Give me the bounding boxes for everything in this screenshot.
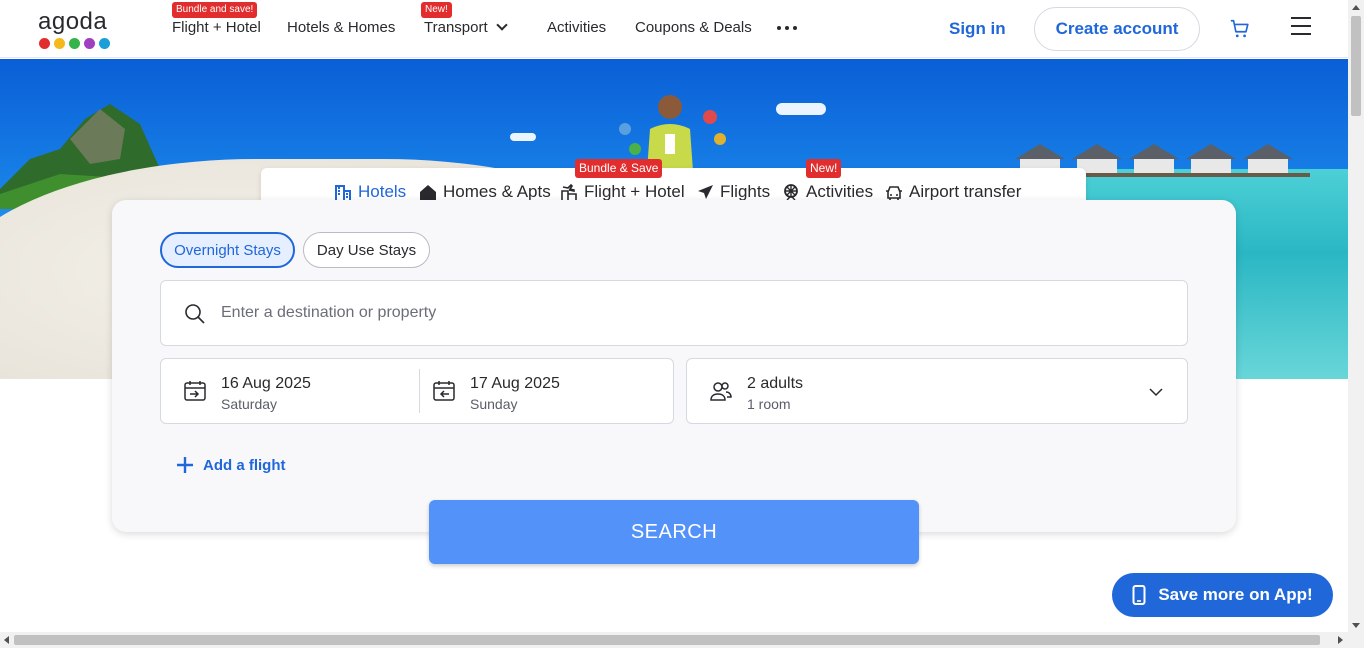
calendar-check-out-icon [433,381,455,401]
tab-activities-label: Activities [806,182,874,201]
tab-homes-label: Homes & Apts [443,182,551,201]
plus-icon [177,457,193,473]
nav-transport[interactable]: Transport [424,19,508,36]
check-in-day: Saturday [221,396,278,412]
vertical-scrollbar-thumb[interactable] [1351,16,1361,116]
day-use-stays-toggle[interactable]: Day Use Stays [303,232,430,268]
more-horizontal-icon[interactable] [777,26,797,30]
nav-hotels-homes[interactable]: Hotels & Homes [287,19,395,36]
destination-input[interactable] [221,281,1121,345]
ferris-wheel-icon [784,184,798,201]
chevron-down-icon [1149,388,1163,397]
house-icon [420,185,436,200]
tab-airport-label: Airport transfer [909,182,1022,201]
add-flight-label: Add a flight [203,456,286,474]
sign-in-link[interactable]: Sign in [949,19,1006,39]
check-in-date-value: 16 Aug 2025 [221,375,311,392]
scroll-left-arrow-icon[interactable] [4,636,9,644]
add-flight-button[interactable]: Add a flight [176,456,286,474]
scroll-down-arrow-icon[interactable] [1352,623,1360,628]
cloud-decoration [776,103,826,115]
scroll-up-arrow-icon[interactable] [1352,5,1360,10]
check-out-day: Sunday [470,396,518,412]
check-out-date-value: 17 Aug 2025 [470,375,560,392]
nav-coupons-deals[interactable]: Coupons & Deals [635,19,752,36]
people-icon [710,382,732,401]
tab-flights-label: Flights [720,182,771,201]
nav-transport-label: Transport [424,19,488,36]
check-out-date[interactable]: 17 Aug 2025 Sunday [420,359,674,423]
building-icon [335,185,351,200]
logo-text: agoda [38,8,108,35]
rooms-count: 1 room [747,396,791,412]
create-account-button[interactable]: Create account [1034,7,1200,51]
bundle-icon [561,183,577,200]
horizontal-scrollbar-thumb[interactable] [14,635,1320,645]
destination-field[interactable] [160,280,1188,346]
app-button-label: Save more on App! [1158,585,1313,604]
car-icon [886,186,902,200]
check-in-date[interactable]: 16 Aug 2025 Saturday [161,359,419,423]
nav-flight-hotel[interactable]: Flight + Hotel [172,19,261,36]
tab-flight-hotel-label: Flight + Hotel [584,182,685,201]
adults-count: 2 adults [747,375,804,392]
new-badge: New! [421,2,452,18]
search-button[interactable]: SEARCH [429,500,919,564]
tab-hotels-label: Hotels [358,182,407,201]
nav-activities[interactable]: Activities [547,19,606,36]
hamburger-icon[interactable] [1291,17,1311,37]
chevron-down-icon [495,19,508,31]
cloud-decoration [510,133,536,141]
search-icon [185,304,205,324]
save-more-app-button[interactable]: Save more on App! [1112,573,1333,617]
calendar-check-in-icon [184,381,206,401]
scroll-right-arrow-icon[interactable] [1338,636,1343,644]
agoda-logo[interactable]: agoda [38,10,118,50]
phone-icon [1132,585,1146,605]
occupancy-selector[interactable]: 2 adults 1 room [686,358,1188,424]
cart-icon[interactable] [1229,18,1251,40]
date-range-picker[interactable]: 16 Aug 2025 Saturday 17 Aug 2025 Sunday [160,358,674,424]
bundle-badge: Bundle and save! [172,2,258,18]
plane-icon [698,185,713,199]
logo-dots [39,38,118,49]
overnight-stays-toggle[interactable]: Overnight Stays [160,232,295,268]
top-navigation: agoda Bundle and save! Flight + Hotel Ho… [0,0,1348,58]
